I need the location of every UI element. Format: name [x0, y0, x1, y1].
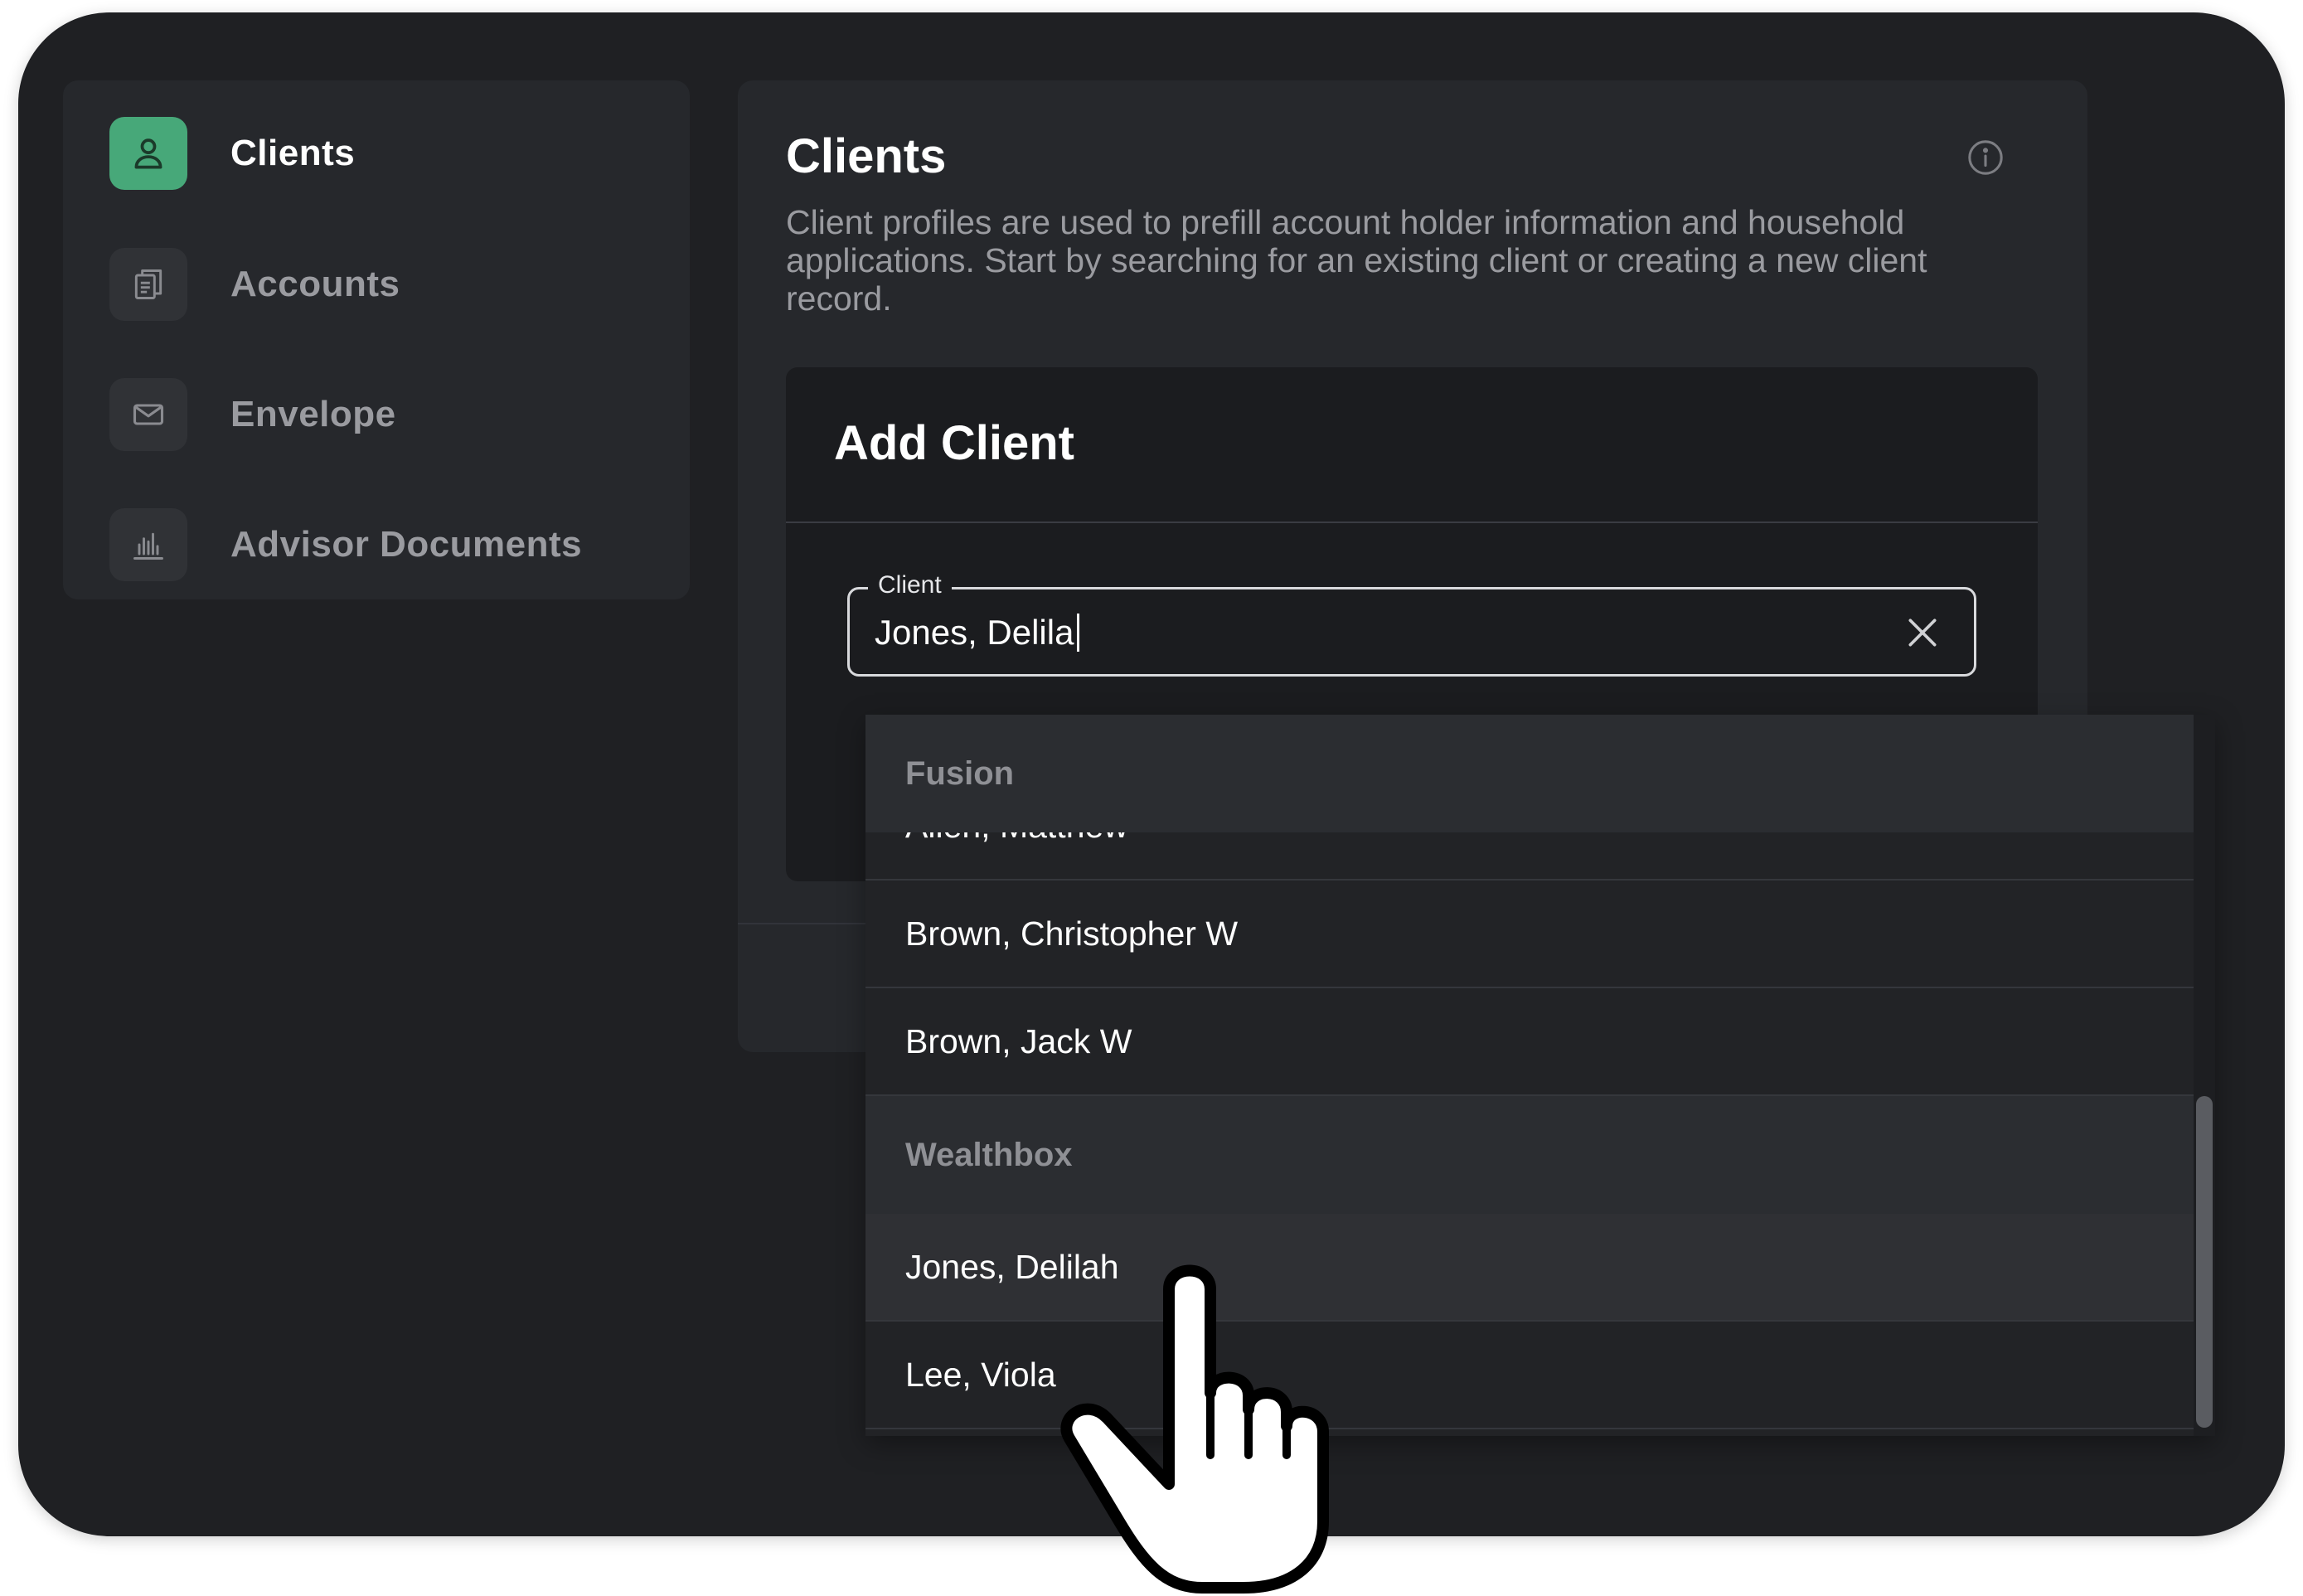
list-item-label: Brown, Christopher W — [905, 914, 1239, 953]
documents-icon — [109, 248, 187, 321]
field-value: Jones, Delila — [875, 613, 1074, 652]
close-icon[interactable] — [1904, 614, 1941, 651]
divider — [786, 521, 2038, 523]
scrollbar-thumb[interactable] — [2196, 1096, 2213, 1428]
group-header: Fusion — [865, 715, 2194, 832]
list-item[interactable]: Brown, Jack W — [865, 988, 2194, 1096]
list-item-label: Brown, Jack W — [905, 1021, 1132, 1060]
page-description: Client profiles are used to prefill acco… — [786, 203, 1927, 318]
page-title: Clients — [786, 129, 947, 183]
sidebar-item-label: Envelope — [230, 394, 396, 434]
field-label: Client — [868, 571, 952, 599]
sidebar: Clients Accounts Envelope Advisor Docume… — [63, 80, 690, 599]
text-caret — [1077, 614, 1080, 652]
envelope-icon — [109, 378, 187, 451]
sidebar-item-accounts[interactable]: Accounts — [109, 246, 400, 323]
bar-chart-icon — [109, 508, 187, 581]
scrollbar[interactable] — [2194, 715, 2215, 1436]
sidebar-item-label: Clients — [230, 133, 356, 173]
group-header: Wealthbox — [865, 1096, 2194, 1214]
client-search-input[interactable]: Client Jones, Delila — [847, 571, 1976, 677]
hand-pointer-icon — [1060, 1264, 1329, 1594]
group-header-label: Fusion — [905, 754, 1015, 792]
sidebar-item-envelope[interactable]: Envelope — [109, 376, 396, 453]
card-title: Add Client — [834, 416, 1074, 470]
sidebar-item-advisor-documents[interactable]: Advisor Documents — [109, 507, 582, 583]
person-icon — [109, 117, 187, 190]
field-value-wrapper: Jones, Delila — [875, 613, 1080, 652]
list-item-label: Lee, Viola — [905, 1355, 1056, 1394]
sidebar-item-clients[interactable]: Clients — [109, 115, 355, 192]
info-icon[interactable] — [1966, 138, 2005, 177]
group-header-label: Wealthbox — [905, 1136, 1073, 1173]
sidebar-item-label: Accounts — [230, 264, 400, 304]
list-item[interactable]: Brown, Christopher W — [865, 880, 2194, 988]
sidebar-item-label: Advisor Documents — [230, 524, 583, 565]
